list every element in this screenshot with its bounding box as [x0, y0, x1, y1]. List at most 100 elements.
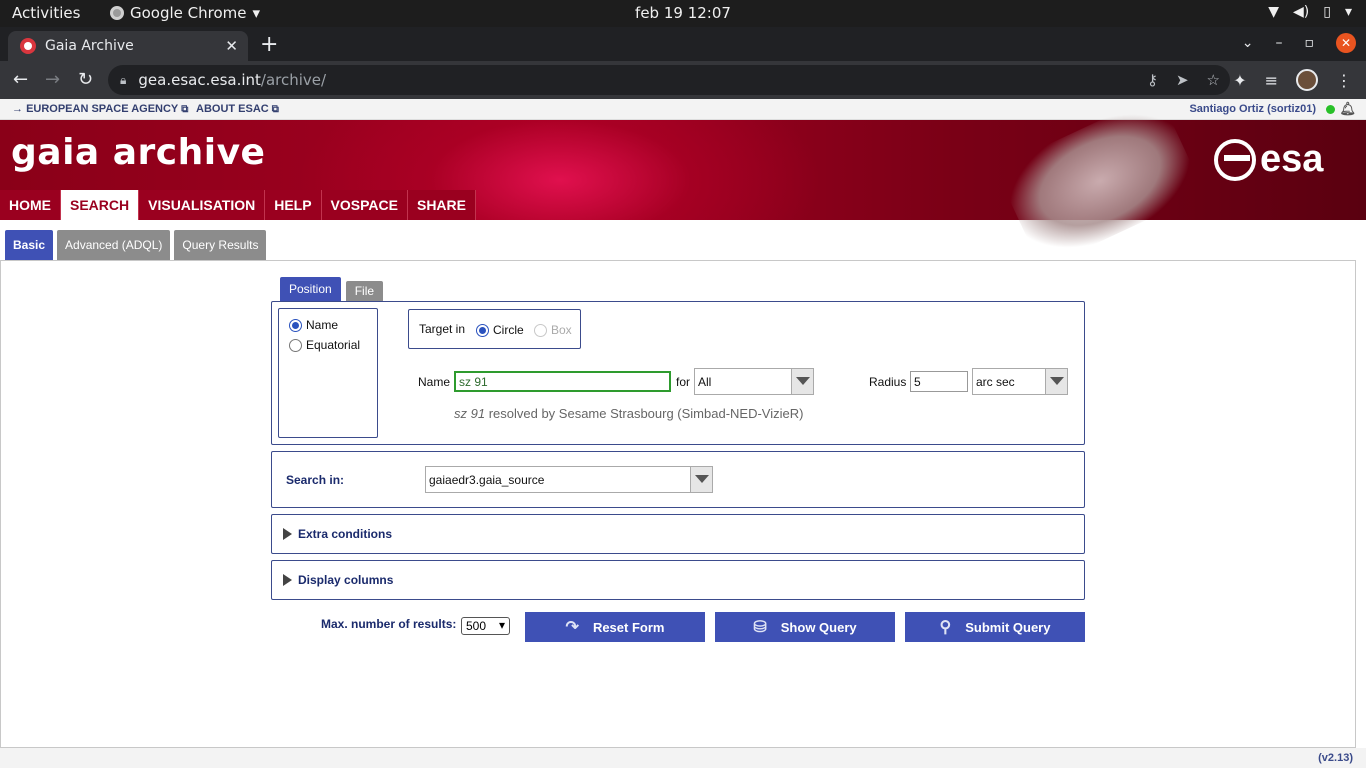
satellite-image: [995, 93, 1205, 269]
new-tab-button[interactable]: +: [260, 32, 278, 57]
forward-icon[interactable]: →: [45, 69, 60, 90]
tab-position[interactable]: Position: [280, 277, 341, 301]
radius-label: Radius: [869, 375, 907, 389]
toolbar-right: ✦ ≡ ⋮: [1233, 69, 1352, 91]
profile-avatar[interactable]: [1296, 69, 1318, 91]
chevron-down-icon: [1045, 369, 1067, 394]
chevron-down-icon: [791, 369, 813, 394]
nav-search[interactable]: SEARCH: [61, 190, 140, 220]
box-radio-label: Box: [551, 323, 572, 337]
display-columns-toggle[interactable]: Display columns: [283, 573, 393, 587]
about-esac-label: ABOUT ESAC: [196, 103, 269, 115]
name-radio[interactable]: [289, 318, 302, 332]
name-radio-label: Name: [306, 318, 339, 332]
site-title: gaia archive: [11, 132, 266, 173]
back-icon[interactable]: ←: [13, 69, 28, 90]
equatorial-radio-label: Equatorial: [306, 338, 361, 352]
star-icon[interactable]: ☆: [1207, 71, 1220, 89]
nav-help[interactable]: HELP: [265, 190, 322, 220]
footer-bar: [0, 748, 1366, 768]
box-radio-option[interactable]: Box: [534, 323, 572, 337]
user-name[interactable]: Santiago Ortiz (sortiz01): [1189, 103, 1316, 115]
max-results-select[interactable]: 500: [461, 617, 510, 635]
for-label: for: [676, 375, 691, 389]
nav-visualisation[interactable]: VISUALISATION: [139, 190, 266, 220]
esa-link-label: EUROPEAN SPACE AGENCY: [26, 103, 179, 115]
tab-query-results[interactable]: Query Results: [174, 230, 267, 260]
tab-advanced-adql[interactable]: Advanced (ADQL): [57, 230, 171, 260]
box-radio[interactable]: [534, 323, 547, 337]
nav-share[interactable]: SHARE: [407, 190, 476, 220]
app-menu[interactable]: Google Chrome ▾: [110, 4, 260, 22]
gaia-favicon-icon: [20, 38, 36, 54]
submit-query-label: Submit Query: [965, 619, 1051, 635]
submit-query-button[interactable]: ⚲ Submit Query: [905, 612, 1085, 642]
wifi-icon: ▼: [1268, 4, 1280, 20]
main-nav: HOME SEARCH VISUALISATION HELP VOSPACE S…: [0, 190, 476, 220]
magnifier-icon: ⚲: [939, 619, 952, 636]
extra-conditions-label: Extra conditions: [298, 527, 393, 541]
expand-triangle-icon: [283, 528, 292, 540]
tab-title: Gaia Archive: [45, 38, 134, 54]
window-controls: ⌄ – ▫ ✕: [1242, 33, 1356, 53]
extra-conditions-toggle[interactable]: Extra conditions: [283, 527, 392, 541]
name-radio-option[interactable]: Name: [289, 318, 338, 332]
radius-unit-select[interactable]: arc sec: [972, 368, 1068, 395]
esa-logo[interactable]: esa: [1214, 138, 1323, 181]
about-esac-link[interactable]: ABOUT ESAC ⧉: [196, 103, 279, 115]
close-tab-icon[interactable]: ✕: [225, 37, 238, 55]
reset-form-button[interactable]: ↷ Reset Form: [525, 612, 705, 642]
send-icon[interactable]: ➤: [1176, 71, 1189, 89]
search-in-label: Search in:: [286, 473, 345, 487]
media-icon[interactable]: ≡: [1265, 71, 1278, 90]
display-columns-label: Display columns: [298, 573, 394, 587]
chrome-icon: [110, 6, 124, 20]
url-host: gea.esac.esa.int: [138, 71, 261, 89]
table-select[interactable]: gaiaedr3.gaia_source: [425, 466, 713, 493]
menu-icon[interactable]: ⋮: [1336, 71, 1352, 90]
extensions-icon[interactable]: ✦: [1233, 71, 1246, 90]
close-window-icon[interactable]: ✕: [1336, 33, 1356, 53]
bell-icon[interactable]: 🔔︎: [1339, 101, 1356, 117]
chevron-down-icon: ▾: [1344, 4, 1352, 20]
position-tabs: Position File: [280, 277, 384, 301]
tab-search-icon[interactable]: ⌄: [1242, 35, 1254, 51]
radius-input[interactable]: 5: [910, 371, 968, 392]
maximize-icon[interactable]: ▫: [1305, 35, 1315, 51]
database-icon: ⛁: [753, 619, 767, 636]
reset-arrow-icon: ↷: [565, 619, 579, 636]
reload-icon[interactable]: ↻: [78, 69, 93, 90]
system-top-bar: Activities Google Chrome ▾ feb 19 12:07 …: [0, 0, 1366, 27]
extra-conditions-box[interactable]: [271, 514, 1085, 554]
max-results-value: 500: [466, 619, 487, 633]
circle-radio-option[interactable]: Circle: [476, 323, 524, 337]
reset-form-label: Reset Form: [592, 619, 665, 635]
max-results-label: Max. number of results:: [321, 617, 457, 631]
equatorial-radio-option[interactable]: Equatorial: [289, 338, 360, 352]
nav-home[interactable]: HOME: [0, 190, 61, 220]
circle-radio[interactable]: [476, 323, 489, 337]
external-link-icon: ⧉: [271, 104, 279, 115]
key-icon[interactable]: ⚷: [1147, 71, 1158, 89]
activities-button[interactable]: Activities: [12, 4, 80, 22]
system-tray[interactable]: ▼ ◀) ▯ ▾: [1268, 4, 1352, 20]
catalogue-select[interactable]: All: [694, 368, 814, 395]
equatorial-radio[interactable]: [289, 338, 302, 352]
object-name-input[interactable]: sz 91: [454, 371, 671, 392]
show-query-button[interactable]: ⛁ Show Query: [715, 612, 895, 642]
radius-unit-value: arc sec: [976, 374, 1015, 389]
minimize-icon[interactable]: –: [1276, 35, 1283, 51]
browser-tab[interactable]: Gaia Archive ✕: [8, 31, 248, 61]
battery-icon: ▯: [1323, 4, 1331, 20]
tab-basic[interactable]: Basic: [5, 230, 54, 260]
lock-icon[interactable]: 🔒︎: [120, 73, 126, 88]
chevron-down-icon: [690, 467, 712, 492]
version-label[interactable]: (v2.13): [1318, 752, 1353, 764]
address-bar-row: ← → ↻ 🔒︎ gea.esac.esa.int /archive/ ⚷ ➤ …: [0, 61, 1366, 99]
tab-file[interactable]: File: [345, 281, 384, 301]
nav-vospace[interactable]: VOSPACE: [321, 190, 408, 220]
search-subtabs: Basic Advanced (ADQL) Query Results: [5, 230, 267, 260]
esa-link[interactable]: → EUROPEAN SPACE AGENCY ⧉: [12, 103, 188, 115]
url-input[interactable]: 🔒︎ gea.esac.esa.int /archive/ ⚷ ➤ ☆: [108, 65, 1230, 95]
catalogue-select-value: All: [698, 374, 712, 389]
